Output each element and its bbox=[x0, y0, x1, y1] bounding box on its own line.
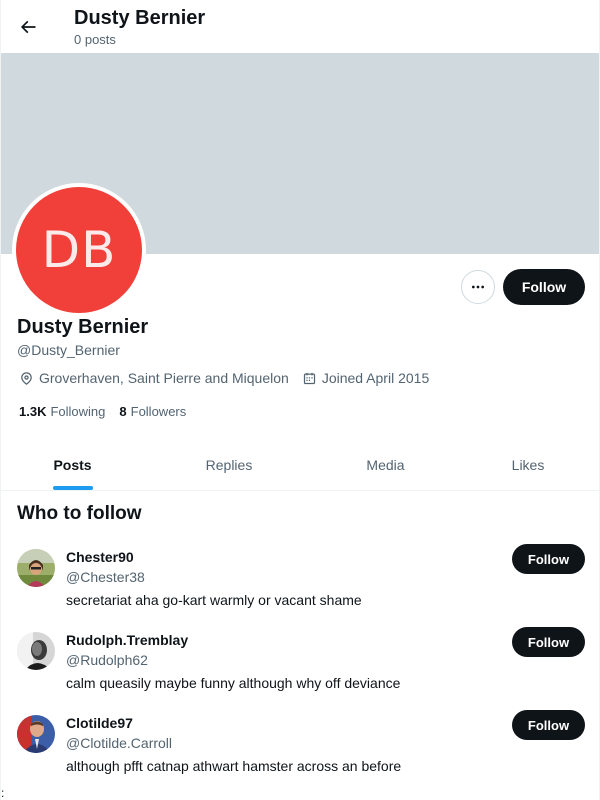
post-count: 0 posts bbox=[74, 32, 116, 47]
suggestion-item[interactable]: Rudolph.Tremblay @Rudolph62 calm queasil… bbox=[1, 627, 599, 715]
back-button[interactable] bbox=[11, 10, 45, 44]
profile-page: Dusty Bernier 0 posts DB Follow Dusty Be… bbox=[0, 0, 600, 800]
back-arrow-icon bbox=[20, 20, 36, 34]
avatar-initials: DB bbox=[41, 221, 117, 279]
suggestion-avatar[interactable] bbox=[17, 632, 55, 670]
suggestion-item[interactable]: Clotilde97 @Clotilde.Carroll although pf… bbox=[1, 710, 599, 798]
following-count: 1.3K bbox=[19, 404, 47, 419]
suggestion-bio: although pfft catnap athwart hamster acr… bbox=[66, 758, 402, 774]
who-to-follow-title: Who to follow bbox=[17, 503, 142, 524]
joined-item: Joined April 2015 bbox=[302, 370, 429, 386]
suggestion-follow-button[interactable]: Follow bbox=[512, 544, 585, 574]
suggestion-name: Clotilde97 bbox=[66, 715, 133, 731]
suggestion-item[interactable]: Chester90 @Chester38 secretariat aha go-… bbox=[1, 544, 599, 632]
stray-character: : bbox=[1, 786, 5, 800]
calendar-icon bbox=[303, 372, 315, 384]
profile-tabs: Posts Replies Media Likes bbox=[1, 440, 599, 491]
profile-stats: 1.3K Following 8 Followers bbox=[19, 404, 200, 419]
suggestion-bio: calm queasily maybe funny although why o… bbox=[66, 675, 401, 691]
tab-replies[interactable]: Replies bbox=[144, 440, 314, 490]
following-label: Following bbox=[50, 404, 106, 419]
page-title: Dusty Bernier bbox=[74, 7, 206, 29]
suggestion-avatar[interactable] bbox=[17, 715, 55, 753]
suggestion-avatar[interactable] bbox=[17, 549, 55, 587]
suggestion-follow-button[interactable]: Follow bbox=[512, 627, 585, 657]
location-text: Groverhaven, Saint Pierre and Miquelon bbox=[39, 370, 289, 386]
tab-posts[interactable]: Posts bbox=[1, 440, 144, 490]
suggestion-handle: @Chester38 bbox=[66, 569, 145, 585]
suggestion-handle: @Rudolph62 bbox=[66, 652, 148, 668]
suggestion-bio: secretariat aha go-kart warmly or vacant… bbox=[66, 592, 362, 608]
suggestion-follow-button[interactable]: Follow bbox=[512, 710, 585, 740]
suggestion-name: Rudolph.Tremblay bbox=[66, 632, 189, 648]
profile-name: Dusty Bernier bbox=[17, 316, 149, 338]
followers-count: 8 bbox=[119, 404, 127, 419]
profile-handle: @Dusty_Bernier bbox=[17, 342, 120, 358]
tab-likes[interactable]: Likes bbox=[457, 440, 599, 490]
profile-avatar[interactable]: DB bbox=[12, 183, 146, 317]
location-item: Groverhaven, Saint Pierre and Miquelon bbox=[19, 370, 289, 386]
ellipsis-icon bbox=[472, 285, 484, 289]
top-bar: Dusty Bernier 0 posts bbox=[1, 0, 599, 53]
more-options-button[interactable] bbox=[461, 270, 495, 304]
followers-link[interactable]: 8 Followers bbox=[119, 404, 186, 419]
profile-meta: Groverhaven, Saint Pierre and Miquelon J… bbox=[19, 370, 442, 386]
follow-button[interactable]: Follow bbox=[503, 269, 585, 305]
suggestion-name: Chester90 bbox=[66, 549, 134, 565]
followers-label: Followers bbox=[130, 404, 187, 419]
following-link[interactable]: 1.3K Following bbox=[19, 404, 105, 419]
suggestion-handle: @Clotilde.Carroll bbox=[66, 735, 173, 751]
joined-text: Joined April 2015 bbox=[321, 370, 430, 386]
tab-media[interactable]: Media bbox=[314, 440, 457, 490]
location-pin-icon bbox=[21, 371, 32, 385]
